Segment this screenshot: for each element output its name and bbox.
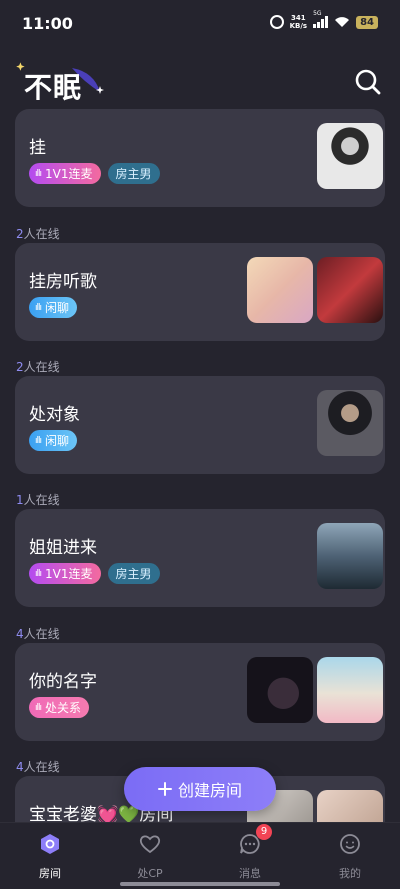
alarm-icon bbox=[269, 15, 284, 29]
app-logo: 不眠 bbox=[14, 58, 114, 104]
room-tags: ıllı 闲聊 bbox=[29, 430, 78, 451]
status-time: 11:00 bbox=[22, 14, 73, 33]
unread-badge: 9 bbox=[256, 824, 272, 840]
room-tag: ıllı 闲聊 bbox=[29, 430, 78, 451]
sound-wave-icon: ıllı bbox=[35, 168, 42, 179]
battery-indicator: 84 bbox=[356, 15, 378, 29]
online-count: 2人在线 bbox=[16, 227, 60, 241]
room-card[interactable]: 姐姐进来 ıllı 1V1连麦 房主男 bbox=[15, 509, 385, 607]
create-room-label: 创建房间 bbox=[177, 781, 242, 800]
room-icon bbox=[41, 834, 59, 854]
room-tags: ıllı 处关系 bbox=[29, 697, 90, 718]
host-avatar bbox=[317, 523, 383, 589]
home-indicator bbox=[120, 882, 280, 886]
nav-label: 房间 bbox=[39, 867, 61, 880]
profile-icon bbox=[340, 834, 360, 854]
online-count: 1人在线 bbox=[16, 493, 60, 507]
host-avatar bbox=[317, 390, 383, 456]
room-tags: ıllı 1V1连麦 房主男 bbox=[29, 163, 160, 184]
sound-wave-icon: ıllı bbox=[35, 568, 42, 579]
room-card[interactable]: 你的名字 ıllı 处关系 bbox=[15, 643, 385, 741]
room-tag: ıllı 1V1连麦 bbox=[29, 163, 101, 184]
net-speed: 341 KB/s bbox=[290, 14, 307, 30]
room-title: 挂房听歌 bbox=[29, 272, 97, 292]
room-tags: ıllı 闲聊 bbox=[29, 297, 78, 318]
online-count: 4人在线 bbox=[16, 760, 60, 774]
status-icons: 341 KB/s 5G 84 bbox=[269, 10, 378, 30]
room-title: 姐姐进来 bbox=[29, 538, 97, 558]
room-title: 挂 bbox=[29, 138, 46, 158]
room-tag: ıllı 处关系 bbox=[29, 697, 90, 718]
status-bar: 11:00 341 KB/s 5G 84 bbox=[0, 0, 400, 48]
member-avatar bbox=[317, 257, 383, 323]
wifi-icon bbox=[335, 17, 350, 27]
room-title: 你的名字 bbox=[29, 672, 97, 692]
host-avatar bbox=[317, 123, 383, 189]
signal-icon: 5G bbox=[313, 10, 329, 28]
net-speed-value: 341 bbox=[291, 14, 306, 22]
create-room-button[interactable]: 创建房间 bbox=[124, 767, 276, 811]
online-count: 4人在线 bbox=[16, 627, 60, 641]
plus-icon bbox=[157, 782, 172, 796]
room-card[interactable]: 挂 ıllı 1V1连麦 房主男 bbox=[15, 109, 385, 207]
room-tag: 房主男 bbox=[107, 563, 160, 584]
net-speed-unit: KB/s bbox=[289, 22, 308, 30]
member-avatar bbox=[317, 790, 383, 822]
room-tag: ıllı 闲聊 bbox=[29, 297, 78, 318]
sound-wave-icon: ıllı bbox=[35, 302, 42, 313]
member-avatar bbox=[247, 657, 313, 723]
room-tags: ıllı 1V1连麦 房主男 bbox=[29, 563, 160, 584]
network-type: 5G bbox=[313, 10, 322, 17]
nav-label: 我的 bbox=[339, 867, 361, 880]
room-title: 处对象 bbox=[29, 405, 80, 425]
nav-item-cp[interactable]: 处CP bbox=[120, 831, 180, 881]
room-tag: 房主男 bbox=[107, 163, 160, 184]
member-avatar bbox=[247, 257, 313, 323]
room-card[interactable]: 处对象 ıllı 闲聊 bbox=[15, 376, 385, 474]
online-count: 2人在线 bbox=[16, 360, 60, 374]
room-card[interactable]: 挂房听歌 ıllı 闲聊 bbox=[15, 243, 385, 341]
nav-item-room[interactable]: 房间 bbox=[20, 831, 80, 881]
nav-item-messages[interactable]: 9 消息 bbox=[220, 824, 280, 881]
search-icon[interactable] bbox=[352, 66, 384, 98]
logo-text: 不眠 bbox=[24, 71, 83, 104]
member-avatar bbox=[317, 657, 383, 723]
bottom-nav: 房间 处CP 9 消息 我的 bbox=[0, 822, 400, 889]
room-tag: ıllı 1V1连麦 bbox=[29, 563, 101, 584]
sound-wave-icon: ıllı bbox=[35, 435, 42, 446]
sound-wave-icon: ıllı bbox=[35, 702, 42, 713]
heart-icon bbox=[139, 835, 161, 854]
nav-item-profile[interactable]: 我的 bbox=[320, 831, 380, 881]
nav-label: 消息 bbox=[239, 867, 261, 880]
nav-label: 处CP bbox=[137, 867, 163, 880]
